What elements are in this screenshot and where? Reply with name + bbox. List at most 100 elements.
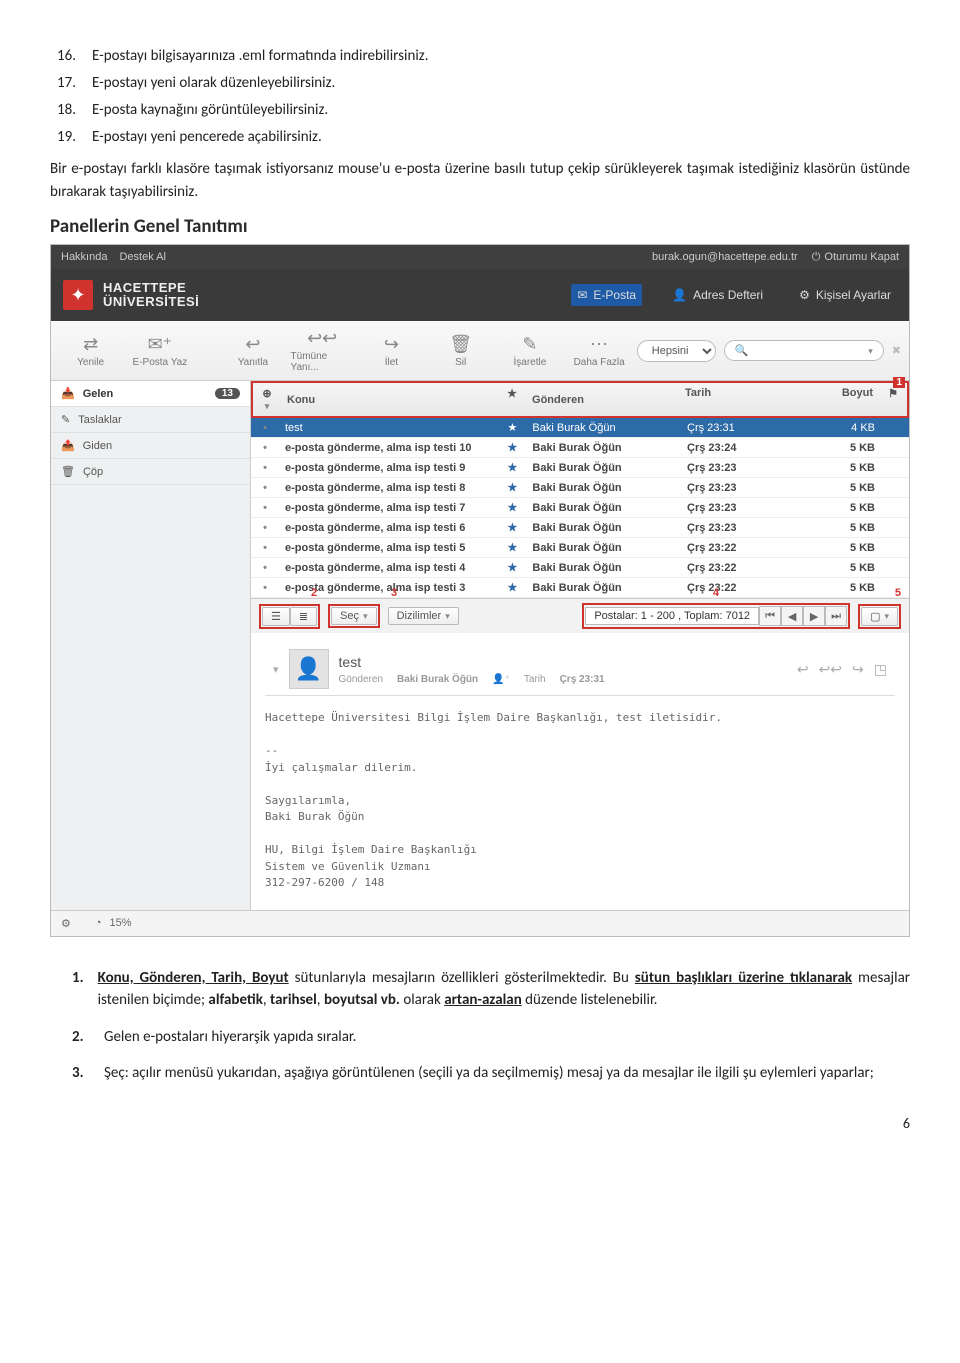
- gear-icon[interactable]: [61, 917, 71, 930]
- section-title: Panellerin Genel Tanıtımı: [50, 215, 910, 238]
- message-row[interactable]: •e-posta gönderme, alma isp testi 7★Baki…: [251, 498, 909, 518]
- mark-button[interactable]: ✎İşaretle: [498, 334, 561, 368]
- folder-trash[interactable]: 🗑Çöp: [51, 459, 250, 485]
- pv-reply-icon[interactable]: ↩: [797, 661, 809, 678]
- tab-mail[interactable]: E-Posta: [571, 284, 642, 306]
- message-list: •test★Baki Burak ÖğünÇrş 23:314 KB•e-pos…: [251, 418, 909, 598]
- notes-list: 1. Konu, Gönderen, Tarih, Boyut sütunlar…: [72, 967, 910, 1085]
- filter-select[interactable]: Hepsini: [637, 340, 716, 362]
- viewmode-thread-button[interactable]: ≣: [290, 607, 317, 626]
- btn-label: İlet: [385, 357, 398, 368]
- star-icon[interactable]: ★: [498, 578, 526, 597]
- row-flag[interactable]: [881, 505, 909, 511]
- clear-icon[interactable]: ✖: [892, 344, 901, 357]
- folder-label: Giden: [83, 440, 112, 452]
- row-from: Baki Burak Öğün: [526, 579, 681, 597]
- note-text: Konu, Gönderen, Tarih, Boyut sütunlarıyl…: [98, 967, 910, 1012]
- callout-2: 2: [311, 587, 317, 599]
- row-flag[interactable]: [881, 485, 909, 491]
- star-icon[interactable]: ★: [498, 538, 526, 557]
- pager-last[interactable]: ⏭: [825, 606, 847, 626]
- message-row[interactable]: •e-posta gönderme, alma isp testi 8★Baki…: [251, 478, 909, 498]
- list-num: 17.: [50, 73, 76, 94]
- row-date: Çrş 23:31: [681, 419, 811, 437]
- about-link[interactable]: Hakkında: [61, 251, 107, 263]
- col-from[interactable]: Gönderen: [526, 383, 679, 416]
- dot-icon: •: [251, 459, 279, 477]
- row-flag[interactable]: [881, 425, 909, 431]
- row-size: 5 KB: [811, 539, 881, 557]
- tab-addressbook[interactable]: Adres Defteri: [666, 284, 769, 306]
- inbox-count-badge: 13: [215, 388, 240, 399]
- row-subject: e-posta gönderme, alma isp testi 5: [279, 539, 498, 557]
- row-from: Baki Burak Öğün: [526, 559, 681, 577]
- preview-toggle[interactable]: ▢: [861, 607, 898, 626]
- pager-first[interactable]: ⏮: [759, 606, 781, 626]
- message-row[interactable]: •test★Baki Burak ÖğünÇrş 23:314 KB: [251, 418, 909, 438]
- row-flag[interactable]: [881, 445, 909, 451]
- compose-button[interactable]: ✉⁺E-Posta Yaz: [128, 334, 191, 368]
- pager-prev[interactable]: ◀: [781, 606, 803, 626]
- more-button[interactable]: ⋯Daha Fazla: [568, 334, 631, 368]
- folder-sent[interactable]: 📤Giden: [51, 433, 250, 459]
- star-icon[interactable]: ★: [498, 458, 526, 477]
- topbar: Hakkında Destek Al burak.ogun@hacettepe.…: [51, 245, 909, 269]
- list-controls: 2 3 4 5 ☰≣ Seç Dizilimler Postalar: 1 - …: [251, 598, 909, 633]
- row-flag[interactable]: [881, 545, 909, 551]
- star-icon[interactable]: ★: [498, 438, 526, 457]
- tab-settings[interactable]: Kişisel Ayarlar: [793, 284, 897, 306]
- pv-forward-icon[interactable]: ↪: [852, 661, 864, 678]
- trash-icon: 🗑: [61, 465, 75, 478]
- row-size: 5 KB: [811, 559, 881, 577]
- logout-button[interactable]: Oturumu Kapat: [812, 251, 899, 264]
- reply-button[interactable]: ↩Yanıtla: [221, 334, 284, 368]
- delete-button[interactable]: 🗑Sil: [429, 334, 492, 368]
- star-icon[interactable]: ★: [498, 478, 526, 497]
- select-menu[interactable]: Seç: [331, 607, 377, 625]
- col-subject[interactable]: Konu: [281, 383, 498, 416]
- row-flag[interactable]: [881, 565, 909, 571]
- preview-date: Çrş 23:31: [560, 674, 605, 685]
- replyall-button[interactable]: ↩↩Tümüne Yanı...: [291, 328, 354, 373]
- pv-popout-icon[interactable]: ◳: [874, 661, 887, 678]
- search-input[interactable]: 🔍: [724, 340, 884, 361]
- star-icon[interactable]: ★: [498, 518, 526, 537]
- star-icon[interactable]: ★: [498, 498, 526, 517]
- row-flag[interactable]: [881, 465, 909, 471]
- folder-drafts[interactable]: ✎Taslaklar: [51, 407, 250, 433]
- col-size[interactable]: Boyut: [809, 383, 879, 416]
- message-row[interactable]: •e-posta gönderme, alma isp testi 6★Baki…: [251, 518, 909, 538]
- refresh-icon: ⇄: [83, 334, 98, 355]
- row-size: 5 KB: [811, 499, 881, 517]
- dot-icon: •: [251, 539, 279, 557]
- col-date[interactable]: Tarih: [679, 383, 809, 416]
- addressbook-icon: [672, 288, 687, 302]
- col-star[interactable]: [498, 383, 526, 416]
- support-link[interactable]: Destek Al: [119, 251, 165, 263]
- message-row[interactable]: •e-posta gönderme, alma isp testi 5★Baki…: [251, 538, 909, 558]
- pv-replyall-icon[interactable]: ↩↩: [819, 661, 842, 678]
- message-row[interactable]: •e-posta gönderme, alma isp testi 4★Baki…: [251, 558, 909, 578]
- threads-menu[interactable]: Dizilimler: [388, 607, 459, 625]
- message-row[interactable]: •e-posta gönderme, alma isp testi 3★Baki…: [251, 578, 909, 598]
- row-from: Baki Burak Öğün: [526, 479, 681, 497]
- star-icon[interactable]: ★: [498, 558, 526, 577]
- viewmode-list-button[interactable]: ☰: [262, 607, 290, 626]
- table-header[interactable]: ⊕ Konu Gönderen Tarih Boyut 1: [251, 381, 909, 418]
- preview-pane: ▾ 👤 test Gönderen Baki Burak Öğün 👤⁺ Tar…: [251, 633, 909, 910]
- expand-icon[interactable]: ▾: [273, 663, 279, 676]
- settings-icon: [799, 288, 810, 302]
- row-from: Baki Burak Öğün: [526, 539, 681, 557]
- folder-inbox[interactable]: 📥Gelen13: [51, 381, 250, 407]
- message-row[interactable]: •e-posta gönderme, alma isp testi 9★Baki…: [251, 458, 909, 478]
- row-flag[interactable]: [881, 525, 909, 531]
- row-size: 5 KB: [811, 519, 881, 537]
- refresh-button[interactable]: ⇄Yenile: [59, 334, 122, 368]
- star-icon[interactable]: ★: [498, 418, 526, 437]
- message-row[interactable]: •e-posta gönderme, alma isp testi 10★Bak…: [251, 438, 909, 458]
- addcontact-icon[interactable]: 👤⁺: [492, 674, 510, 685]
- col-thread[interactable]: ⊕: [253, 383, 281, 416]
- note-text: Gelen e-postaları hiyerarşik yapıda sıra…: [104, 1026, 356, 1049]
- pager-next[interactable]: ▶: [803, 606, 825, 626]
- forward-button[interactable]: ↪İlet: [360, 334, 423, 368]
